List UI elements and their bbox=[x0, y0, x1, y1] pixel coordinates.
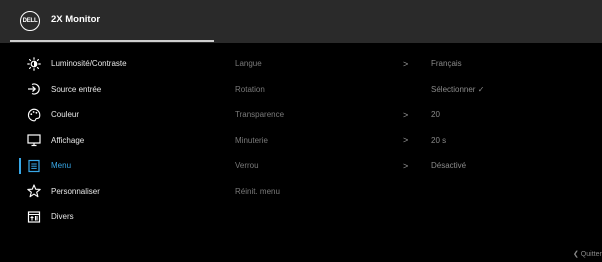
menu-item-brightness-contrast[interactable]: Luminosité/Contraste bbox=[0, 51, 215, 77]
chevron-right-icon: > bbox=[403, 160, 409, 171]
menu-icon bbox=[27, 159, 41, 173]
menu-item-label: Divers bbox=[51, 212, 74, 222]
submenu-item-label: Réinit. menu bbox=[235, 186, 280, 196]
menu-item-label: Affichage bbox=[51, 135, 85, 145]
submenu-item-value: Désactivé bbox=[431, 161, 467, 171]
submenu-item-rotation[interactable]: Rotation Sélectionner ✓ bbox=[235, 77, 575, 103]
menu-item-display[interactable]: Affichage bbox=[0, 128, 215, 154]
display-icon bbox=[27, 133, 41, 147]
brightness-icon bbox=[27, 56, 41, 71]
submenu-item-value: 20 bbox=[431, 110, 440, 120]
menu-item-color[interactable]: Couleur bbox=[0, 102, 215, 128]
submenu-item-label: Langue bbox=[235, 59, 262, 69]
menu-item-label: Personnaliser bbox=[51, 186, 100, 196]
osd-header: DELL 2X Monitor bbox=[0, 0, 602, 43]
submenu-item-label: Rotation bbox=[235, 84, 265, 94]
others-icon bbox=[27, 210, 41, 224]
submenu-item-value: 20 s bbox=[431, 135, 447, 145]
submenu-item-label: Verrou bbox=[235, 161, 259, 171]
chevron-right-icon: > bbox=[403, 135, 409, 146]
menu-item-label: Source entrée bbox=[51, 84, 102, 94]
submenu: Langue > Français Rotation Sélectionner … bbox=[235, 51, 575, 204]
menu-item-label: Menu bbox=[51, 161, 72, 171]
submenu-item-value: Français bbox=[431, 59, 462, 69]
menu-item-others[interactable]: Divers bbox=[0, 204, 215, 230]
menu-item-input-source[interactable]: Source entrée bbox=[0, 77, 215, 103]
osd-window: DELL 2X Monitor Luminosité/Contraste Sou… bbox=[0, 0, 602, 262]
chevron-right-icon: > bbox=[403, 58, 409, 69]
menu-item-menu[interactable]: Menu bbox=[0, 153, 215, 179]
quit-button[interactable]: ❮ Quitter bbox=[573, 250, 602, 258]
chevron-right-icon: > bbox=[403, 109, 409, 120]
menu-item-label: Luminosité/Contraste bbox=[51, 59, 127, 69]
submenu-item-menu-reset[interactable]: Réinit. menu bbox=[235, 179, 575, 205]
submenu-item-language[interactable]: Langue > Français bbox=[235, 51, 575, 77]
menu-item-label: Couleur bbox=[51, 110, 80, 120]
star-icon bbox=[27, 184, 41, 198]
color-palette-icon bbox=[27, 108, 41, 122]
active-indicator bbox=[19, 158, 21, 174]
submenu-item-timer[interactable]: Minuterie > 20 s bbox=[235, 128, 575, 154]
monitor-title: 2X Monitor bbox=[51, 14, 101, 25]
menu-item-personalize[interactable]: Personnaliser bbox=[0, 179, 215, 205]
submenu-item-label: Transparence bbox=[235, 110, 285, 120]
submenu-item-transparency[interactable]: Transparence > 20 bbox=[235, 102, 575, 128]
submenu-item-value: Sélectionner ✓ bbox=[431, 84, 485, 94]
dell-logo: DELL bbox=[20, 11, 40, 31]
input-source-icon bbox=[27, 82, 41, 96]
main-menu: Luminosité/Contraste Source entrée Coule… bbox=[0, 51, 215, 230]
submenu-item-lock[interactable]: Verrou > Désactivé bbox=[235, 153, 575, 179]
header-divider bbox=[10, 40, 214, 42]
submenu-item-label: Minuterie bbox=[235, 135, 268, 145]
